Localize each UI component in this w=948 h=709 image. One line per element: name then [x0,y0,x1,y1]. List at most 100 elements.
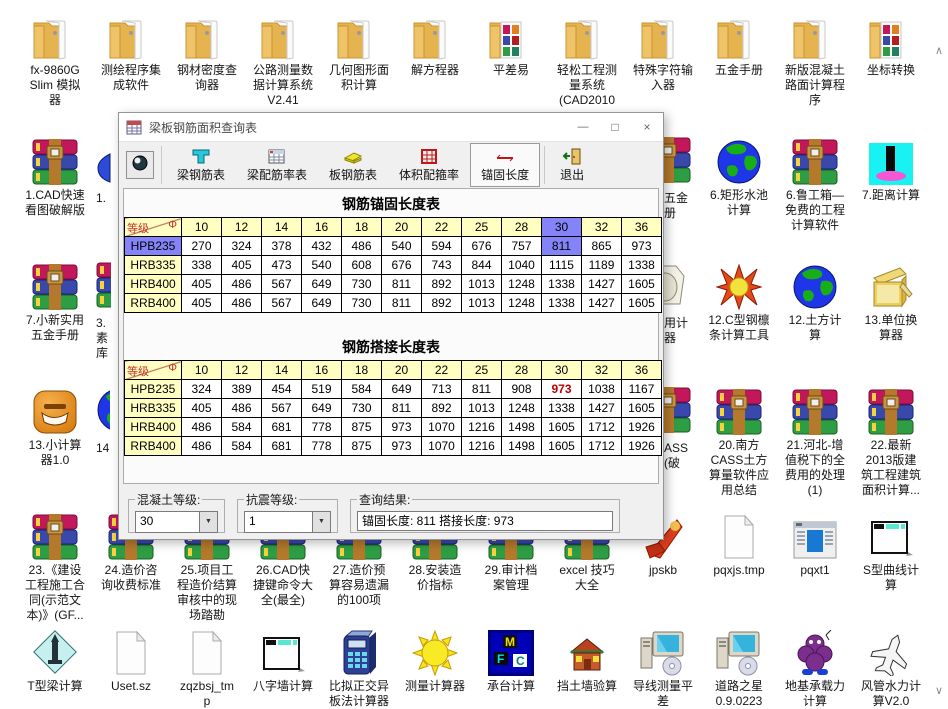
value-cell[interactable]: 486 [222,275,262,294]
value-cell[interactable]: 1712 [582,437,622,456]
value-cell[interactable]: 1498 [502,437,542,456]
value-cell[interactable]: 1498 [502,418,542,437]
value-cell[interactable]: 486 [222,399,262,418]
value-cell[interactable]: 486 [342,237,382,256]
column-header-cell[interactable]: 32 [582,361,622,380]
value-cell[interactable]: 567 [262,399,302,418]
value-cell[interactable]: 486 [182,418,222,437]
column-header-cell[interactable]: 14 [262,218,302,237]
column-header-cell[interactable]: 32 [582,218,622,237]
value-cell[interactable]: 676 [382,256,422,275]
row-header-cell[interactable]: HRB400 [125,275,182,294]
desktop-icon[interactable]: Uset.sz [91,628,171,694]
scroll-down-arrow-icon[interactable]: ∨ [932,684,946,697]
value-cell[interactable]: 1926 [622,418,662,437]
desktop-icon[interactable]: 坐标转换 [851,12,931,78]
maximize-button[interactable]: □ [599,114,631,141]
row-header-cell[interactable]: HPB235 [125,237,182,256]
value-cell[interactable]: 1605 [542,418,582,437]
row-header-cell[interactable]: HRB335 [125,399,182,418]
column-header-cell[interactable]: 36 [622,361,662,380]
value-cell[interactable]: 875 [342,437,382,456]
value-cell[interactable]: 811 [382,294,422,313]
desktop-icon[interactable]: 12.土方计算 [775,262,855,343]
desktop-icon[interactable]: 平差易 [471,12,551,78]
desktop-icon[interactable]: S型曲线计算 [851,512,931,593]
value-cell[interactable]: 649 [302,399,342,418]
value-cell[interactable]: 1338 [542,294,582,313]
desktop-icon[interactable]: 13.小计算器1.0 [15,387,95,468]
row-header-cell[interactable]: RRB400 [125,437,182,456]
value-cell[interactable]: 811 [382,275,422,294]
value-cell[interactable]: 486 [182,437,222,456]
toolbar-button-ratio-table[interactable]: 梁配筋率表 [236,143,318,187]
desktop-icon[interactable]: T型梁计算 [15,628,95,694]
value-cell[interactable]: 1038 [582,380,622,399]
value-cell[interactable]: 1427 [582,399,622,418]
value-cell[interactable]: 844 [462,256,502,275]
value-cell[interactable]: 865 [582,237,622,256]
close-button[interactable]: × [631,114,663,141]
value-cell[interactable]: 730 [342,399,382,418]
value-cell[interactable]: 584 [342,380,382,399]
chevron-down-icon[interactable]: ▼ [312,512,330,532]
value-cell[interactable]: 649 [302,294,342,313]
desktop-icon[interactable]: 用计器 [664,265,698,346]
value-cell[interactable]: 1115 [542,256,582,275]
value-cell[interactable]: 1605 [622,275,662,294]
desktop-icon[interactable]: 测绘程序集成软件 [91,12,171,93]
desktop-icon[interactable]: 风管水力计算V2.0 [851,628,931,709]
toolbar-button-stirrup-grid[interactable]: 体积配箍率 [388,143,470,187]
value-cell[interactable]: 405 [182,294,222,313]
value-cell[interactable]: 892 [422,275,462,294]
toolbar-button-slab-table[interactable]: 板钢筋表 [318,143,388,187]
value-cell[interactable]: 1040 [502,256,542,275]
desktop-icon[interactable]: pqxjs.tmp [699,512,779,578]
desktop-icon[interactable]: 6.鲁工箱—免费的工程计算软件 [775,137,855,233]
column-header-cell[interactable]: 25 [462,218,502,237]
row-header-cell[interactable]: HPB235 [125,380,182,399]
dialog-titlebar[interactable]: 梁板钢筋面积查询表 — □ × [119,113,663,142]
desktop-icon[interactable]: 地基承载力计算 [775,628,855,709]
value-cell[interactable]: 908 [502,380,542,399]
desktop-icon[interactable]: zqzbsj_tmp [167,628,247,709]
value-cell[interactable]: 432 [302,237,342,256]
value-cell[interactable]: 338 [182,256,222,275]
value-cell[interactable]: 1248 [502,399,542,418]
value-cell[interactable]: 676 [462,237,502,256]
desktop-icon[interactable]: MFC承台计算 [471,628,551,694]
desktop-icon[interactable]: 新版混凝土路面计算程序 [775,12,855,108]
value-cell[interactable]: 1167 [622,380,662,399]
value-cell[interactable]: 973 [382,418,422,437]
desktop-icon[interactable]: 23.《建设工程施工合同(示范文本)》(GF... [15,512,95,623]
value-cell[interactable]: 1338 [622,256,662,275]
desktop-icon[interactable]: 道路之星0.9.0223 [699,628,779,709]
value-cell[interactable]: 540 [382,237,422,256]
value-cell[interactable]: 540 [302,256,342,275]
desktop-icon[interactable]: 1.CAD快速看图破解版 [15,137,95,218]
desktop-icon[interactable]: 7.距离计算 [851,137,931,203]
query-result-field[interactable]: 锚固长度: 811 搭接长度: 973 [357,511,613,531]
value-cell[interactable]: 270 [182,237,222,256]
row-header-cell[interactable]: RRB400 [125,294,182,313]
value-cell[interactable]: 1248 [502,275,542,294]
desktop-icon[interactable]: 几何图形面积计算 [319,12,399,93]
desktop-icon[interactable]: 轻松工程测量系统(CAD2010 [547,12,627,108]
value-cell[interactable]: 649 [302,275,342,294]
value-cell[interactable]: 875 [342,418,382,437]
desktop-icon[interactable]: 测量计算器 [395,628,475,694]
value-cell[interactable]: 1070 [422,437,462,456]
value-cell[interactable]: 608 [342,256,382,275]
value-cell[interactable]: 892 [422,294,462,313]
desktop-icon[interactable]: 特殊字符输入器 [623,12,703,93]
desktop-icon[interactable]: 比拟正交异板法计算器 [319,628,399,709]
desktop-icon[interactable]: 公路测量数据计算系统V2.41 [243,12,323,108]
desktop-icon[interactable]: 五金手册 [699,12,779,78]
value-cell[interactable]: 584 [222,437,262,456]
column-header-cell[interactable]: 14 [262,361,302,380]
value-cell[interactable]: 567 [262,275,302,294]
value-cell[interactable]: 778 [302,418,342,437]
value-cell[interactable]: 892 [422,399,462,418]
column-header-cell[interactable]: 30 [542,361,582,380]
concrete-grade-select[interactable]: 30 ▼ [135,511,218,533]
